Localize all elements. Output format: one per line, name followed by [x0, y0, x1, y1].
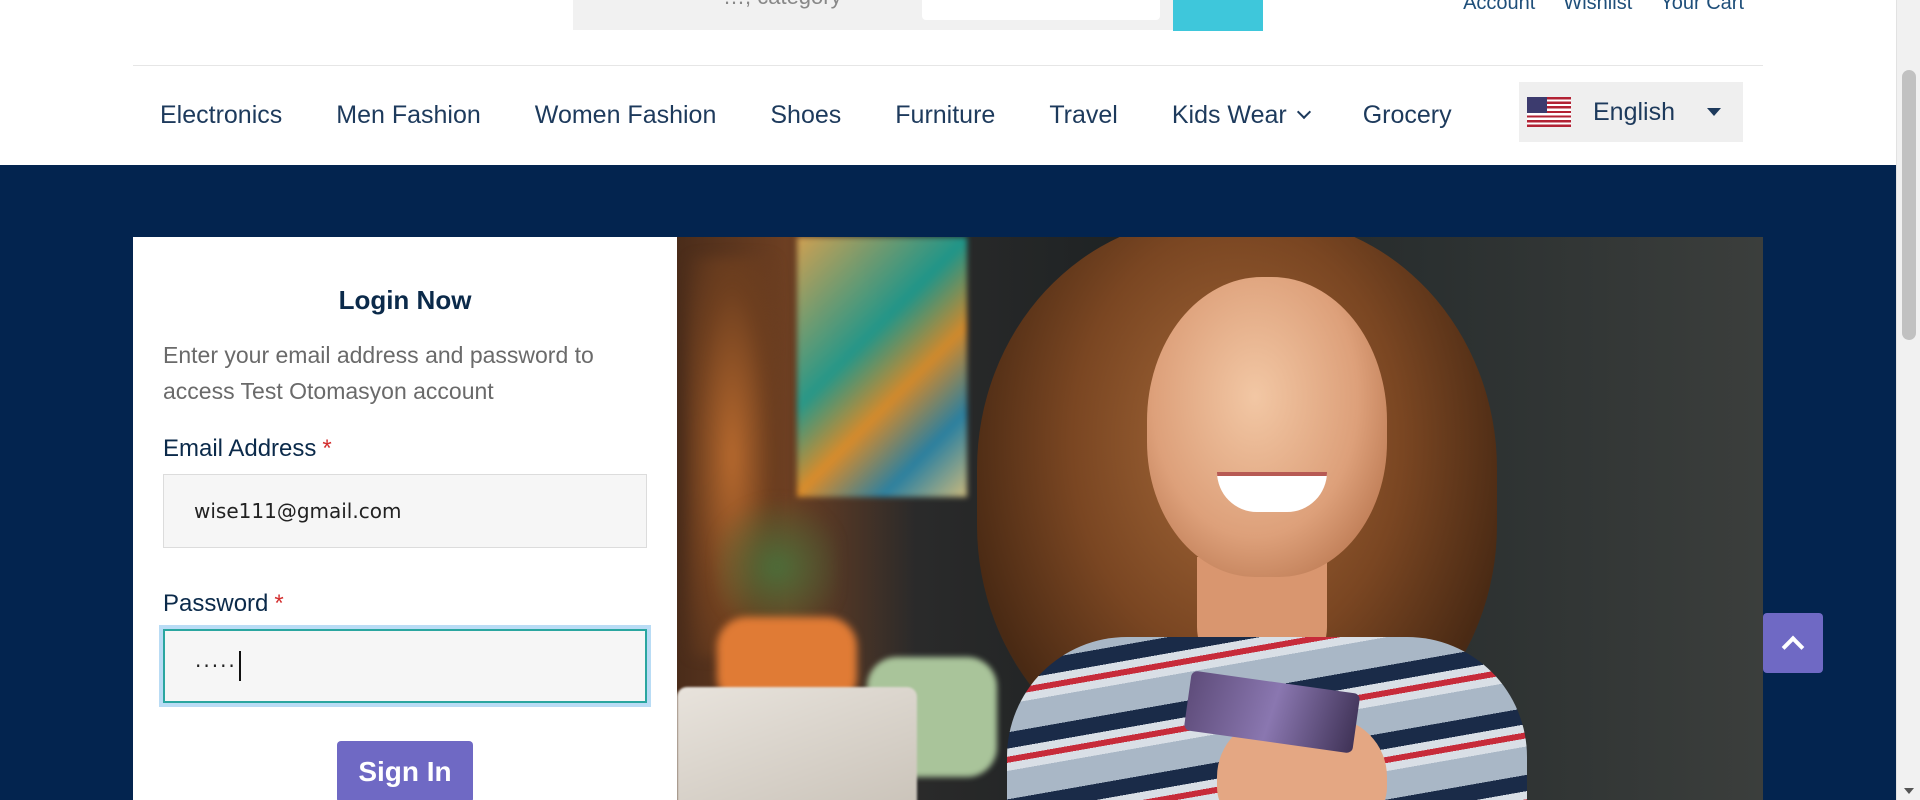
- chevron-down-icon: [1296, 104, 1311, 120]
- login-title: Login Now: [338, 285, 472, 315]
- nav-label: Travel: [1049, 100, 1118, 129]
- nav-item-grocery[interactable]: Grocery: [1336, 101, 1479, 130]
- scrollbar-thumb[interactable]: [1902, 70, 1916, 340]
- nav-item-travel[interactable]: Travel: [1022, 101, 1145, 130]
- laptop: [677, 687, 917, 800]
- password-masked-value: ·····: [195, 654, 237, 678]
- email-field[interactable]: wise111@gmail.com: [163, 474, 647, 548]
- text-cursor: [238, 651, 241, 681]
- nav-label: Shoes: [770, 100, 842, 129]
- nav-item-shoes[interactable]: Shoes: [743, 101, 868, 130]
- login-card: Login Now Enter your email address and p…: [133, 237, 677, 800]
- password-field[interactable]: ·····: [163, 629, 647, 703]
- page-scrollbar[interactable]: [1896, 0, 1920, 800]
- required-marker: *: [322, 435, 332, 462]
- search-button[interactable]: [1173, 0, 1263, 31]
- nav-item-women-fashion[interactable]: Women Fashion: [508, 101, 744, 130]
- account-link[interactable]: Account: [1463, 0, 1535, 15]
- nav-label: Furniture: [895, 100, 996, 129]
- password-label: Password *: [163, 590, 284, 618]
- email-value: wise111@gmail.com: [194, 499, 402, 523]
- hero-image-woman-shopping: [677, 237, 1763, 800]
- wall-art: [797, 237, 967, 497]
- cart-link[interactable]: Your Cart: [1660, 0, 1744, 15]
- back-to-top-button[interactable]: [1763, 613, 1823, 673]
- nav-label: Electronics: [160, 100, 283, 129]
- us-flag-icon: [1527, 97, 1571, 127]
- email-label: Email Address *: [163, 435, 332, 463]
- nav-label: Grocery: [1362, 100, 1452, 129]
- main-navigation: Electronics Men Fashion Women Fashion Sh…: [133, 66, 1763, 164]
- required-marker: *: [274, 590, 284, 617]
- scroll-down-arrow-icon[interactable]: [1904, 788, 1914, 794]
- nav-label: Men Fashion: [336, 100, 481, 129]
- language-label: English: [1593, 97, 1675, 126]
- face: [1147, 277, 1387, 577]
- nav-item-electronics[interactable]: Electronics: [133, 101, 309, 130]
- wishlist-link[interactable]: Wishlist: [1563, 0, 1632, 15]
- caret-down-icon: [1707, 108, 1721, 116]
- nav-item-men-fashion[interactable]: Men Fashion: [309, 101, 508, 130]
- search-bar[interactable]: …, category: [573, 0, 1263, 30]
- header-account-links: Account Wishlist Your Cart: [1463, 0, 1744, 15]
- search-input[interactable]: …, category: [723, 0, 842, 10]
- header-top-strip: …, category Account Wishlist Your Cart: [0, 0, 1896, 66]
- sign-in-button[interactable]: Sign In: [337, 741, 473, 800]
- nav-item-kids-wear[interactable]: Kids Wear: [1145, 101, 1336, 130]
- nav-item-furniture[interactable]: Furniture: [868, 101, 1022, 130]
- flag-canton: [1527, 97, 1547, 113]
- search-category-select[interactable]: [922, 0, 1160, 20]
- nav-label: Kids Wear: [1171, 100, 1287, 129]
- login-description: Enter your email address and password to…: [163, 342, 594, 404]
- chevron-up-icon: [1781, 635, 1805, 659]
- nav-label: Women Fashion: [534, 100, 717, 129]
- password-label-text: Password: [163, 590, 269, 617]
- language-select[interactable]: English: [1519, 82, 1743, 142]
- email-label-text: Email Address: [163, 435, 317, 462]
